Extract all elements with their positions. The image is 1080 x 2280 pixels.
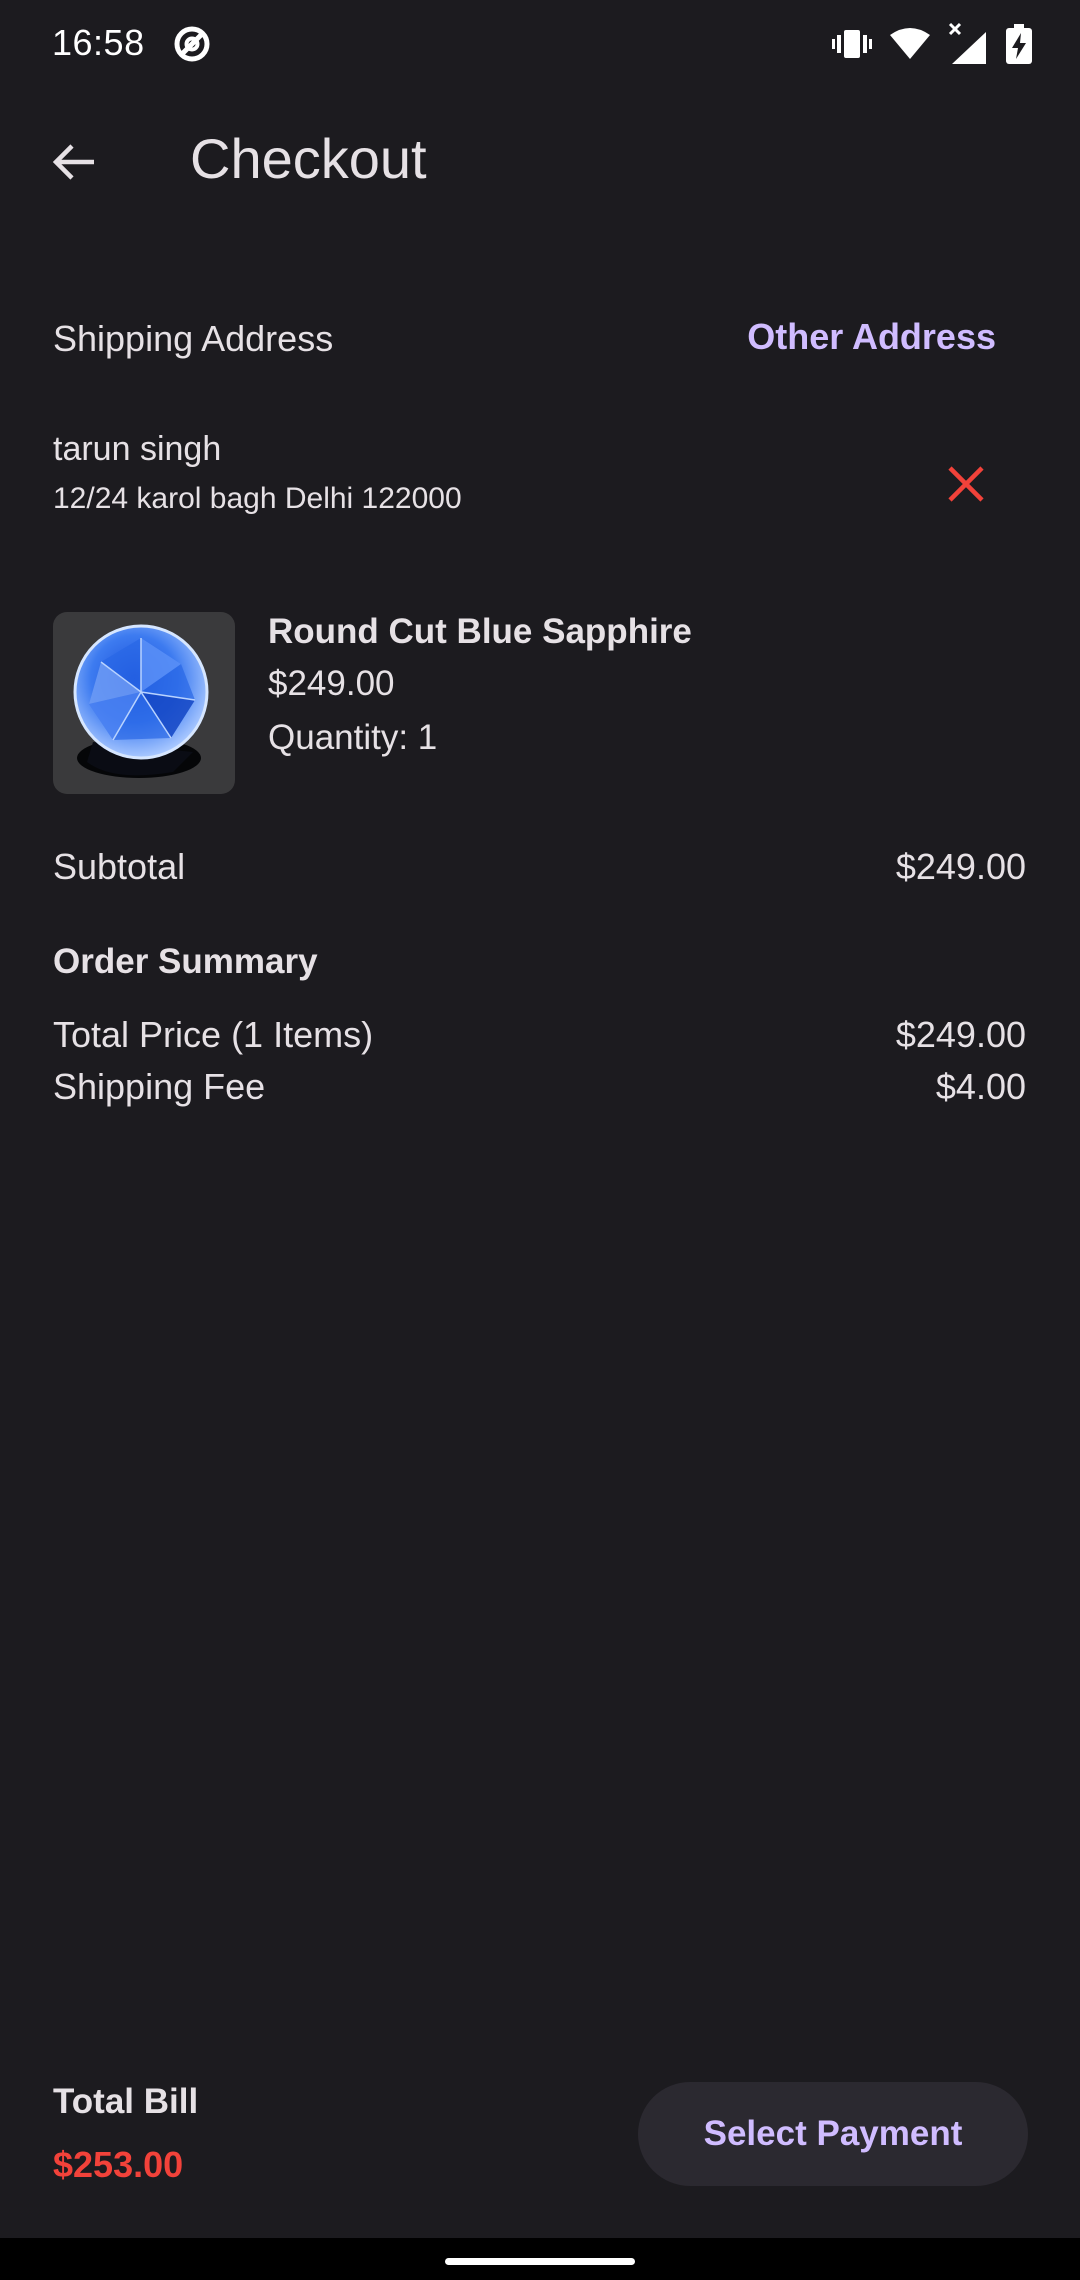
other-address-button[interactable]: Other Address — [747, 316, 996, 358]
at-sign-icon — [174, 26, 210, 62]
sapphire-gem-image — [73, 624, 209, 778]
app-bar: Checkout — [0, 100, 1080, 224]
wifi-icon — [890, 28, 930, 59]
battery-charging-icon — [1006, 24, 1032, 64]
signal-icon — [948, 22, 986, 64]
total-price-value: $249.00 — [895, 1014, 1026, 1055]
arrow-back-icon — [52, 144, 94, 180]
subtotal-value: $249.00 — [895, 846, 1026, 887]
remove-address-button[interactable] — [934, 452, 998, 516]
status-icons — [832, 20, 1032, 68]
product-price: $249.00 — [268, 664, 395, 703]
address-name: tarun singh — [53, 430, 222, 468]
status-time: 16:58 — [52, 22, 145, 63]
shipping-address-label: Shipping Address — [53, 318, 334, 359]
total-price-label: Total Price (1 Items) — [53, 1014, 374, 1055]
product-name: Round Cut Blue Sapphire — [268, 612, 692, 651]
page-title: Checkout — [190, 127, 427, 190]
total-bill-value: $253.00 — [53, 2144, 184, 2185]
back-button[interactable] — [34, 128, 114, 196]
shipping-fee-label: Shipping Fee — [53, 1066, 266, 1107]
total-bill-label: Total Bill — [53, 2082, 199, 2121]
address-line: 12/24 karol bagh Delhi 122000 — [53, 482, 462, 515]
product-quantity: Quantity: 1 — [268, 718, 438, 757]
navigation-bar — [0, 2238, 1080, 2280]
home-gesture-handle[interactable] — [445, 2258, 635, 2265]
product-image — [53, 612, 235, 794]
order-summary-title: Order Summary — [53, 942, 318, 981]
close-icon — [948, 466, 984, 502]
vibrate-icon — [832, 30, 872, 58]
subtotal-label: Subtotal — [53, 846, 186, 887]
checkout-screen: 16:58 Checkout Shipping Address Other Ad… — [0, 0, 1080, 2280]
select-payment-button[interactable]: Select Payment — [638, 2082, 1028, 2186]
shipping-fee-value: $4.00 — [935, 1066, 1026, 1107]
status-bar: 16:58 — [0, 0, 1080, 90]
